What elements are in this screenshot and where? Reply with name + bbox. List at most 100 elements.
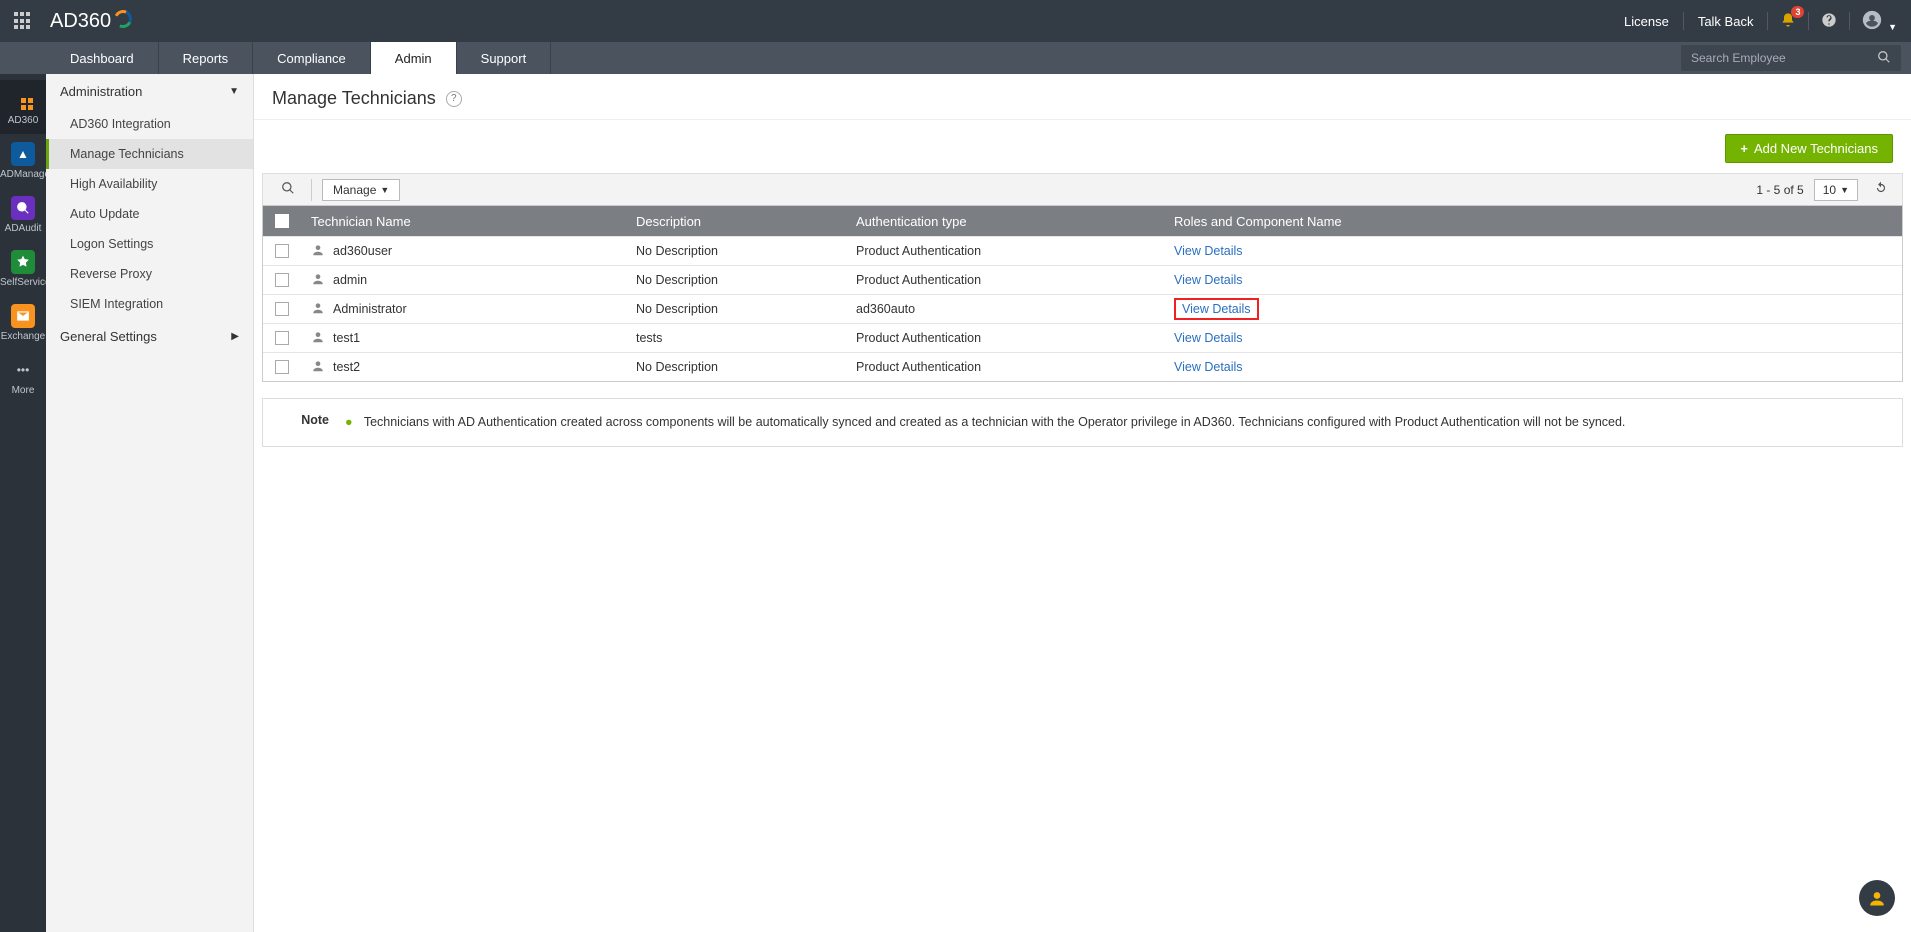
product-name: AD360 [50,10,111,33]
rail-admanager[interactable]: ▲ ADManager [0,134,46,188]
rail-label: ADManager [0,169,46,180]
user-icon [311,330,325,347]
admanager-icon: ▲ [11,142,35,166]
sidenav-item[interactable]: Logon Settings [46,229,253,259]
select-all-checkbox[interactable] [275,214,289,228]
sidenav-item[interactable]: High Availability [46,169,253,199]
rail-ad360[interactable]: AD360 [0,80,46,134]
tab-admin[interactable]: Admin [371,42,457,74]
note-body: Technicians with AD Authentication creat… [364,415,1626,429]
help-icon[interactable]: ? [446,91,462,107]
auth-cell: Product Authentication [846,331,1164,345]
plus-icon: + [1740,141,1748,156]
note-text: ● Technicians with AD Authentication cre… [345,413,1886,432]
rail-label: AD360 [0,115,46,126]
sidenav-item[interactable]: Reverse Proxy [46,259,253,289]
auth-cell: Product Authentication [846,273,1164,287]
chevron-down-icon: ▼ [380,185,389,195]
chevron-down-icon: ▼ [1888,22,1897,32]
technician-name: admin [333,273,367,287]
divider [1683,12,1684,30]
action-row: + Add New Technicians [254,120,1911,173]
sidenav-section-general[interactable]: General Settings ▶ [46,319,253,354]
view-details-link[interactable]: View Details [1174,360,1243,374]
sidenav-section-label: General Settings [60,329,157,344]
col-description[interactable]: Description [626,214,846,229]
chevron-down-icon: ▼ [1840,185,1849,195]
tab-support[interactable]: Support [457,42,552,74]
employee-search[interactable] [1681,45,1901,71]
sidenav-item[interactable]: Auto Update [46,199,253,229]
technician-name: test1 [333,331,360,345]
tab-reports[interactable]: Reports [159,42,254,74]
auth-cell: ad360auto [846,302,1164,316]
rail-adaudit[interactable]: ADAudit [0,188,46,242]
divider [311,179,312,201]
license-link[interactable]: License [1618,10,1675,33]
table-toolbar: Manage ▼ 1 - 5 of 5 10 ▼ [262,173,1903,205]
view-details-link[interactable]: View Details [1174,331,1243,345]
page-header: Manage Technicians ? [254,74,1911,120]
row-checkbox[interactable] [275,331,289,345]
technician-name: Administrator [333,302,407,316]
description-cell: No Description [626,273,846,287]
refresh-icon[interactable] [1868,178,1894,201]
search-input[interactable] [1681,51,1867,65]
tabbar: Dashboard Reports Compliance Admin Suppo… [0,42,1911,74]
user-icon [311,272,325,289]
chat-bubble-button[interactable] [1859,880,1895,916]
sidenav-section-administration[interactable]: Administration ▼ [46,74,253,109]
notifications-bell-icon[interactable]: 3 [1776,8,1800,35]
sidenav-item[interactable]: AD360 Integration [46,109,253,139]
topbar: AD360 License Talk Back 3 ▼ [0,0,1911,42]
page-size-value: 10 [1823,183,1836,197]
rail-label: More [0,385,46,396]
add-button-label: Add New Technicians [1754,141,1878,156]
rail-selfservice[interactable]: SelfService [0,242,46,296]
page-size-selector[interactable]: 10 ▼ [1814,179,1858,201]
apps-grid-icon[interactable] [10,8,36,34]
user-icon [311,301,325,318]
row-checkbox[interactable] [275,302,289,316]
search-icon[interactable] [1867,50,1901,67]
help-icon[interactable] [1817,8,1841,35]
description-cell: tests [626,331,846,345]
rail-more[interactable]: ••• More [0,350,46,404]
manage-dropdown[interactable]: Manage ▼ [322,179,400,201]
tab-dashboard[interactable]: Dashboard [46,42,159,74]
view-details-link[interactable]: View Details [1174,273,1243,287]
divider [1849,12,1850,30]
sidenav-item[interactable]: SIEM Integration [46,289,253,319]
technicians-table: Technician Name Description Authenticati… [262,205,1903,382]
row-checkbox[interactable] [275,244,289,258]
chevron-down-icon: ▼ [229,86,239,97]
row-checkbox[interactable] [275,360,289,374]
sidenav-item[interactable]: Manage Technicians [46,139,253,169]
product-rail: AD360 ▲ ADManager ADAudit SelfService Ex… [0,74,46,932]
bullet-icon: ● [345,415,353,429]
table-row: test1 testsProduct Authentication View Det… [263,323,1902,352]
sidenav-section-label: Administration [60,84,142,99]
col-roles[interactable]: Roles and Component Name [1164,214,1902,229]
table-search-icon[interactable] [275,178,301,201]
sidenav: Administration ▼ AD360 IntegrationManage… [46,74,254,932]
view-details-link[interactable]: View Details [1174,244,1243,258]
user-menu[interactable]: ▼ [1858,6,1901,37]
view-details-link[interactable]: View Details [1174,298,1259,320]
description-cell: No Description [626,360,846,374]
tab-compliance[interactable]: Compliance [253,42,371,74]
talkback-link[interactable]: Talk Back [1692,10,1760,33]
chevron-right-icon: ▶ [231,331,239,342]
col-technician-name[interactable]: Technician Name [301,214,626,229]
add-technicians-button[interactable]: + Add New Technicians [1725,134,1893,163]
pagination-range: 1 - 5 of 5 [1756,183,1803,197]
row-checkbox[interactable] [275,273,289,287]
rail-label: SelfService [0,277,46,288]
manage-label: Manage [333,183,376,197]
user-icon [311,359,325,376]
rail-exchange[interactable]: Exchange [0,296,46,350]
rail-label: Exchange [0,331,46,342]
table-row: ad360userNo DescriptionProduct Authentic… [263,236,1902,265]
table-row: test2No DescriptionProduct Authenticatio… [263,352,1902,381]
col-auth-type[interactable]: Authentication type [846,214,1164,229]
